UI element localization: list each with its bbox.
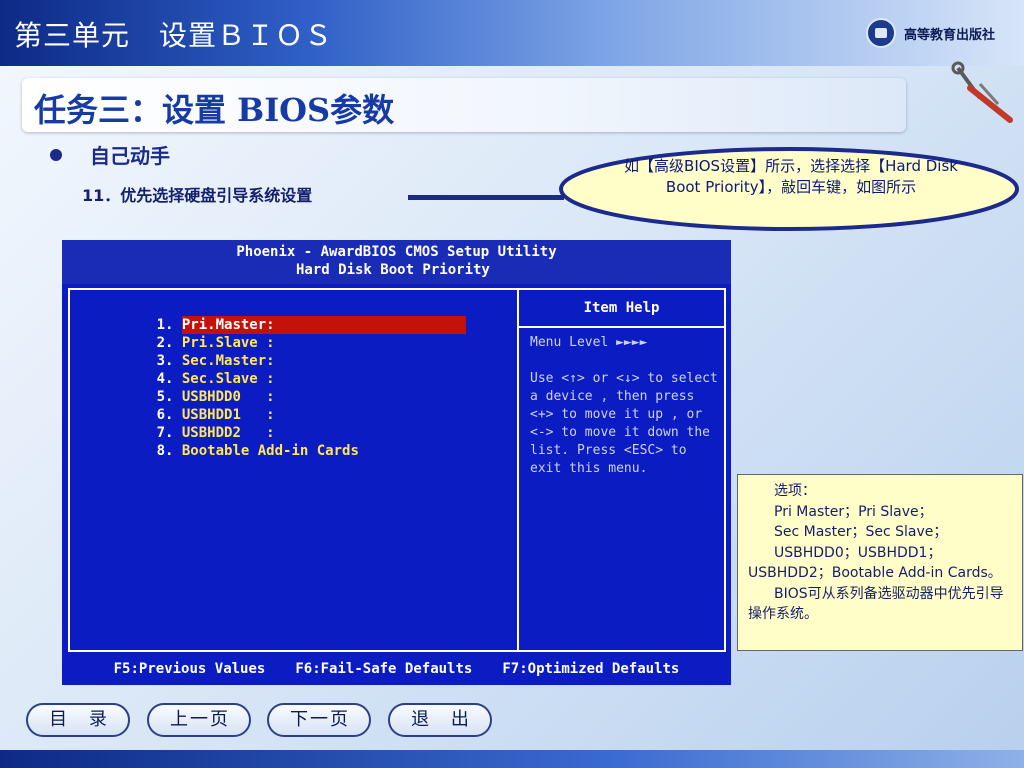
- footer-f5: F5:Previous Values: [113, 660, 266, 677]
- item-help-panel: Item Help Menu Level ►►►► Use <↑> or <↓>…: [517, 288, 726, 652]
- next-page-button[interactable]: 下一页: [267, 703, 371, 737]
- note-line: Pri Master；Pri Slave；: [774, 503, 933, 520]
- bios-footer: F5:Previous Values F6:Fail-Safe Defaults…: [62, 652, 731, 685]
- section-title: 自己动手: [90, 144, 170, 168]
- callout-connector: [408, 195, 564, 200]
- footer-f7: F7:Optimized Defaults: [502, 660, 680, 677]
- bios-page-title: Hard Disk Boot Priority: [296, 262, 490, 278]
- bios-utility-title: Phoenix - AwardBIOS CMOS Setup Utility: [236, 244, 557, 260]
- callout-text: 如【高级BIOS设置】所示，选择选择【Hard Disk Boot Priori…: [624, 157, 958, 196]
- note-line: Sec Master；Sec Slave；: [774, 524, 948, 540]
- task-title: 任务三：设置 BIOS参数: [34, 91, 395, 129]
- exit-button[interactable]: 退 出: [388, 703, 492, 737]
- unit-title: 第三单元 设置ＢＩＯＳ: [14, 19, 334, 52]
- tools-icon: [951, 61, 1013, 123]
- note-line: USBHDD0；USBHDD1；: [774, 544, 942, 561]
- prev-page-button[interactable]: 上一页: [147, 703, 251, 737]
- footer-f6: F6:Fail-Safe Defaults: [295, 660, 473, 677]
- bottom-banner: [0, 750, 1024, 768]
- note-line: 选项：: [774, 483, 816, 499]
- menu-level: Menu Level ►►►►: [530, 335, 648, 350]
- note-line: USBHDD2；Bootable Add-in Cards。: [748, 565, 1002, 581]
- help-text: Use <↑> or <↓> to select a device , then…: [530, 371, 718, 476]
- bios-screen: Phoenix - AwardBIOS CMOS Setup Utility H…: [62, 240, 731, 685]
- item-help-title: Item Help: [519, 290, 724, 328]
- item-help-body: Menu Level ►►►► Use <↑> or <↓> to select…: [530, 334, 720, 478]
- boot-priority-list: 1. Pri.Master: 2. Pri.Slave : 3. Sec.Mas…: [68, 288, 519, 652]
- note-line: BIOS可从系列备选驱动器中优先引导操作系统。: [748, 585, 1004, 623]
- step-text: 11．优先选择硬盘引导系统设置: [82, 186, 313, 205]
- publisher-name: 高等教育出版社: [904, 27, 996, 43]
- boot-item-addin-cards[interactable]: 8. Bootable Add-in Cards: [106, 424, 359, 478]
- bios-header: Phoenix - AwardBIOS CMOS Setup Utility H…: [62, 240, 731, 284]
- bullet-icon: [50, 149, 62, 161]
- publisher-logo: 高等教育出版社: [866, 18, 995, 48]
- contents-button[interactable]: 目 录: [26, 703, 130, 737]
- options-note: 选项： Pri Master；Pri Slave； Sec Master；Sec…: [737, 474, 1023, 651]
- publisher-emblem-icon: [866, 18, 896, 48]
